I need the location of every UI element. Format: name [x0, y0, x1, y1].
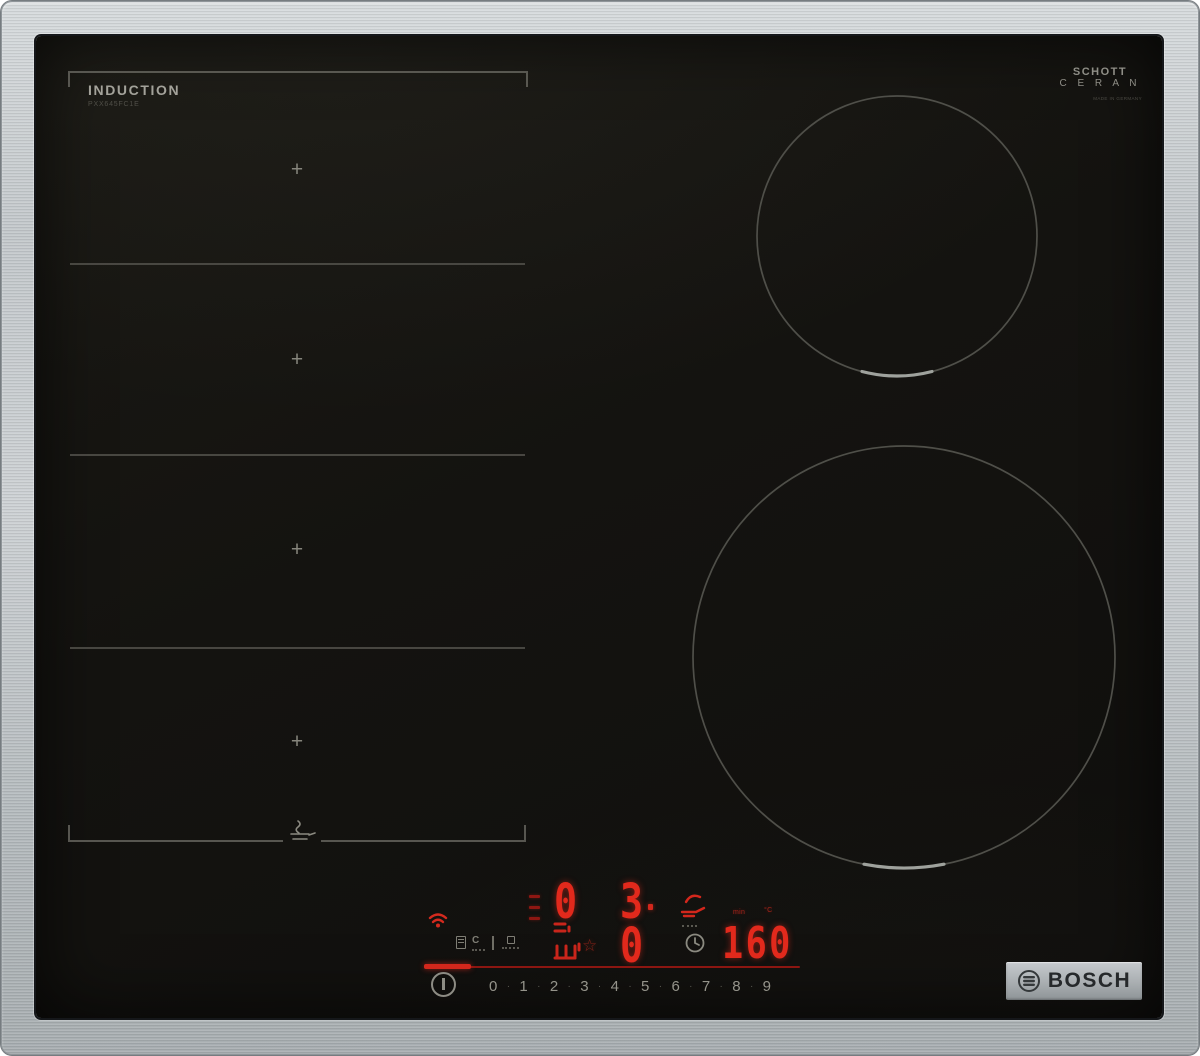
slider-separator: ·	[658, 980, 663, 992]
slider-level-8[interactable]: 8	[732, 978, 740, 995]
fry-temp-left-label: min	[733, 909, 746, 916]
childlock-key-letter: C	[472, 935, 480, 946]
front-zone-display-dot	[648, 904, 653, 910]
slider-level-5[interactable]: 5	[641, 978, 649, 995]
slider-separator: ·	[537, 980, 541, 992]
slider-level-7[interactable]: 7	[702, 978, 710, 995]
wifi-icon[interactable]	[428, 912, 448, 929]
fry-sensor-label	[682, 925, 697, 927]
rear-right-zone-marker	[860, 369, 934, 378]
power-button[interactable]	[431, 972, 456, 997]
slider-level-6[interactable]: 6	[671, 978, 679, 995]
slider-track-line	[424, 966, 800, 968]
slider-separator: ·	[506, 980, 511, 992]
level-dash-3	[529, 917, 540, 920]
key-divider	[492, 936, 494, 950]
slider-active-segment	[424, 964, 471, 969]
fry-temp-display[interactable]: 160	[722, 922, 793, 966]
slider-separator: ·	[689, 980, 693, 992]
power-level-slider[interactable]: 0 · 1 · 2 · 3 · 4 · 5 · 6 · 7 · 8 · 9	[489, 975, 771, 997]
slider-level-1[interactable]: 1	[519, 978, 527, 995]
childlock-key-icon[interactable]: C	[472, 936, 485, 951]
flex-zone-display[interactable]: 0	[554, 878, 577, 926]
slider-level-9[interactable]: 9	[763, 978, 771, 995]
timer-clock-icon[interactable]	[684, 932, 706, 954]
flex-zone-config-display[interactable]	[549, 920, 585, 964]
bosch-anchor-icon	[1017, 970, 1040, 992]
front-right-zone-marker	[862, 862, 946, 870]
slider-level-3[interactable]: 3	[580, 978, 588, 995]
front-right-zone-ring	[692, 445, 1116, 869]
star-icon[interactable]: ☆	[582, 936, 597, 956]
bosch-wordmark: BOSCH	[1047, 969, 1132, 992]
fry-temp-right-label: °C	[764, 907, 773, 914]
slider-level-2[interactable]: 2	[550, 978, 558, 995]
slider-separator: ·	[719, 980, 723, 992]
slider-level-4[interactable]: 4	[611, 978, 619, 995]
rear-right-display[interactable]: 0	[620, 922, 643, 970]
cooking-zone-rings	[692, 95, 1116, 870]
slider-separator: ·	[597, 980, 602, 992]
rear-right-zone-ring	[756, 95, 1038, 377]
level-dash-2	[529, 906, 540, 909]
slider-separator: ·	[749, 980, 754, 992]
pause-key-icon[interactable]	[502, 936, 519, 949]
fry-sensor-icon[interactable]	[676, 888, 708, 922]
slider-level-0[interactable]: 0	[489, 978, 497, 995]
slider-separator: ·	[567, 980, 571, 992]
induction-hob: + + + + INDUCTION PXX645FC1E SCHOTT C E …	[0, 0, 1200, 1056]
bosch-badge: BOSCH	[1006, 962, 1142, 1000]
wipe-protection-icon[interactable]	[456, 936, 466, 949]
slider-separator: ·	[628, 980, 632, 992]
level-dash-1	[529, 895, 540, 898]
